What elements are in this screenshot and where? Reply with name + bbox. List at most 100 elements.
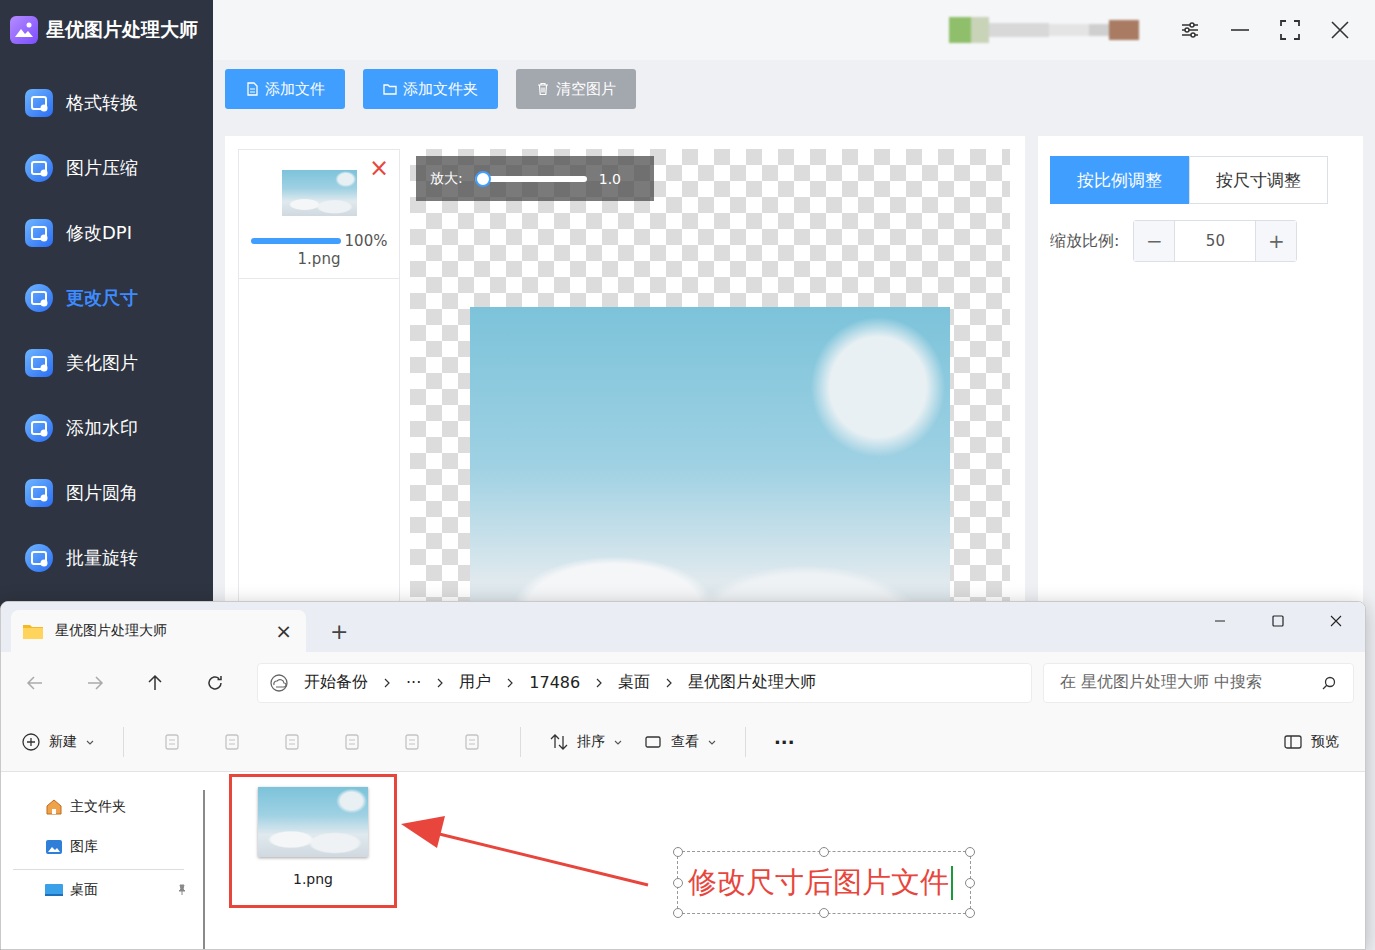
title-bar [213, 0, 1375, 60]
backup-cloud-icon [268, 674, 290, 692]
file-item[interactable]: 1.png [229, 774, 397, 908]
feature-icon [24, 413, 54, 443]
chevron-icon [664, 678, 674, 688]
up-icon[interactable] [145, 673, 165, 693]
minimize-icon[interactable] [1213, 614, 1227, 628]
plus-circle-icon [21, 732, 41, 752]
file-explorer-window: 星优图片处理大师× + 开始备份 ··· 用户 17486 桌面 星优图片处理大师 在 星优图片… [0, 601, 1366, 950]
chevron-icon [382, 678, 392, 688]
file-thumbnail [258, 787, 368, 857]
explorer-tab-strip: 星优图片处理大师× + [1, 602, 1365, 652]
tab-close-button[interactable]: × [275, 619, 292, 643]
scale-stepper: −50+ [1133, 220, 1297, 262]
back-icon[interactable] [25, 673, 45, 693]
close-icon[interactable] [1329, 19, 1351, 41]
toolbar: 添加文件添加文件夹清空图片 [213, 60, 1375, 109]
sidebar-item[interactable]: 图片压缩 [0, 135, 213, 200]
nav-item[interactable]: 桌面 [1, 870, 214, 910]
remove-button[interactable]: × [369, 156, 389, 180]
navigation-pane: 主文件夹图库桌面 [1, 772, 214, 949]
chevron-icon [594, 678, 604, 688]
rename-icon[interactable] [342, 732, 362, 752]
file-name: 1.png [298, 250, 341, 268]
desktop-icon [44, 880, 64, 900]
breadcrumb-item[interactable]: 17486 [529, 673, 580, 692]
increment-button[interactable]: + [1256, 221, 1296, 261]
gallery-icon [44, 837, 64, 857]
delete-icon[interactable] [462, 732, 482, 752]
paste-icon[interactable] [282, 732, 302, 752]
toolbar-button[interactable]: 清空图片 [516, 69, 636, 109]
new-tab-button[interactable]: + [330, 619, 348, 644]
breadcrumb-item[interactable]: 开始备份 [304, 672, 368, 693]
dropdown-icon [707, 737, 717, 747]
sidebar-item[interactable]: 美化图片 [0, 330, 213, 395]
brand: 星优图片处理大师 [0, 0, 213, 60]
share-icon[interactable] [402, 732, 422, 752]
sidebar-item[interactable]: 更改尺寸 [0, 265, 213, 330]
nav-item[interactable]: 图库 [1, 827, 214, 867]
command-bar: 新建 排序查看 ··· 预览 [1, 713, 1365, 772]
logo-icon [10, 16, 38, 44]
settings-icon[interactable] [1179, 19, 1201, 41]
maximize-icon[interactable] [1271, 614, 1285, 628]
search-box[interactable]: 在 星优图片处理大师 中搜索 [1043, 663, 1354, 703]
mode-tabs: 按比例调整按尺寸调整 [1050, 156, 1351, 204]
folder-icon [383, 82, 397, 96]
mode-tab[interactable]: 按比例调整 [1050, 156, 1189, 204]
feature-icon [24, 478, 54, 508]
app-title: 星优图片处理大师 [46, 17, 198, 43]
folder-icon [23, 623, 43, 639]
mode-tab[interactable]: 按尺寸调整 [1189, 156, 1328, 204]
zoom-control: 放大:1.0 [416, 156, 654, 201]
sidebar-item[interactable]: 图片圆角 [0, 460, 213, 525]
address-row: 开始备份 ··· 用户 17486 桌面 星优图片处理大师 在 星优图片处理大师 中搜索 [1, 652, 1365, 713]
dropdown-icon [613, 737, 623, 747]
toolbar-button[interactable]: 添加文件夹 [363, 69, 498, 109]
feature-icon [24, 543, 54, 573]
nav-item[interactable]: 主文件夹 [1, 787, 214, 827]
preview-button[interactable]: 预览 [1283, 732, 1339, 752]
home-icon [44, 797, 64, 817]
file-card[interactable]: × 100%1.png [239, 150, 399, 279]
preview-pane-icon [1283, 732, 1303, 752]
annotation-label: 修改尺寸后图片文件 [677, 851, 971, 914]
breadcrumb-item[interactable]: 用户 [459, 672, 491, 693]
breadcrumb-item[interactable]: ··· [406, 673, 421, 692]
file-area: 1.png [214, 772, 1365, 949]
copy-icon[interactable] [222, 732, 242, 752]
decrement-button[interactable]: − [1134, 221, 1174, 261]
progress-text: 100% [345, 232, 388, 250]
explorer-body: 主文件夹图库桌面1.png修改尺寸后图片文件 [1, 772, 1365, 949]
view-button[interactable]: 查看 [643, 732, 717, 752]
search-icon [1321, 675, 1337, 691]
toolbar-button[interactable]: 添加文件 [225, 69, 345, 109]
breadcrumb-bar[interactable]: 开始备份 ··· 用户 17486 桌面 星优图片处理大师 [257, 663, 1032, 703]
refresh-icon[interactable] [205, 673, 225, 693]
cut-icon[interactable] [162, 732, 182, 752]
feature-icon [24, 218, 54, 248]
scale-input[interactable]: 50 [1174, 221, 1256, 261]
file-icon [245, 82, 259, 96]
breadcrumb-item[interactable]: 桌面 [618, 672, 650, 693]
chevron-icon [435, 678, 445, 688]
sidebar-item[interactable]: 添加水印 [0, 395, 213, 460]
explorer-tab[interactable]: 星优图片处理大师× [11, 610, 306, 652]
breadcrumb-item[interactable]: 星优图片处理大师 [688, 672, 816, 693]
user-profile[interactable] [949, 15, 1139, 45]
view-icon [643, 732, 663, 752]
sidebar-item[interactable]: 批量旋转 [0, 525, 213, 590]
sidebar-item[interactable]: 修改DPI [0, 200, 213, 265]
feature-icon [24, 153, 54, 183]
close-icon[interactable] [1329, 614, 1343, 628]
app-window: 星优图片处理大师格式转换图片压缩修改DPI更改尺寸美化图片添加水印图片圆角批量旋… [0, 0, 1375, 950]
zoom-slider[interactable] [475, 176, 587, 182]
sidebar-item[interactable]: 格式转换 [0, 70, 213, 135]
forward-icon[interactable] [85, 673, 105, 693]
sort-button[interactable]: 排序 [549, 732, 623, 752]
zoom-value: 1.0 [599, 171, 621, 187]
fullscreen-icon[interactable] [1279, 19, 1301, 41]
new-button[interactable]: 新建 [21, 732, 95, 752]
minimize-icon[interactable] [1229, 19, 1251, 41]
more-button[interactable]: ··· [774, 732, 795, 753]
